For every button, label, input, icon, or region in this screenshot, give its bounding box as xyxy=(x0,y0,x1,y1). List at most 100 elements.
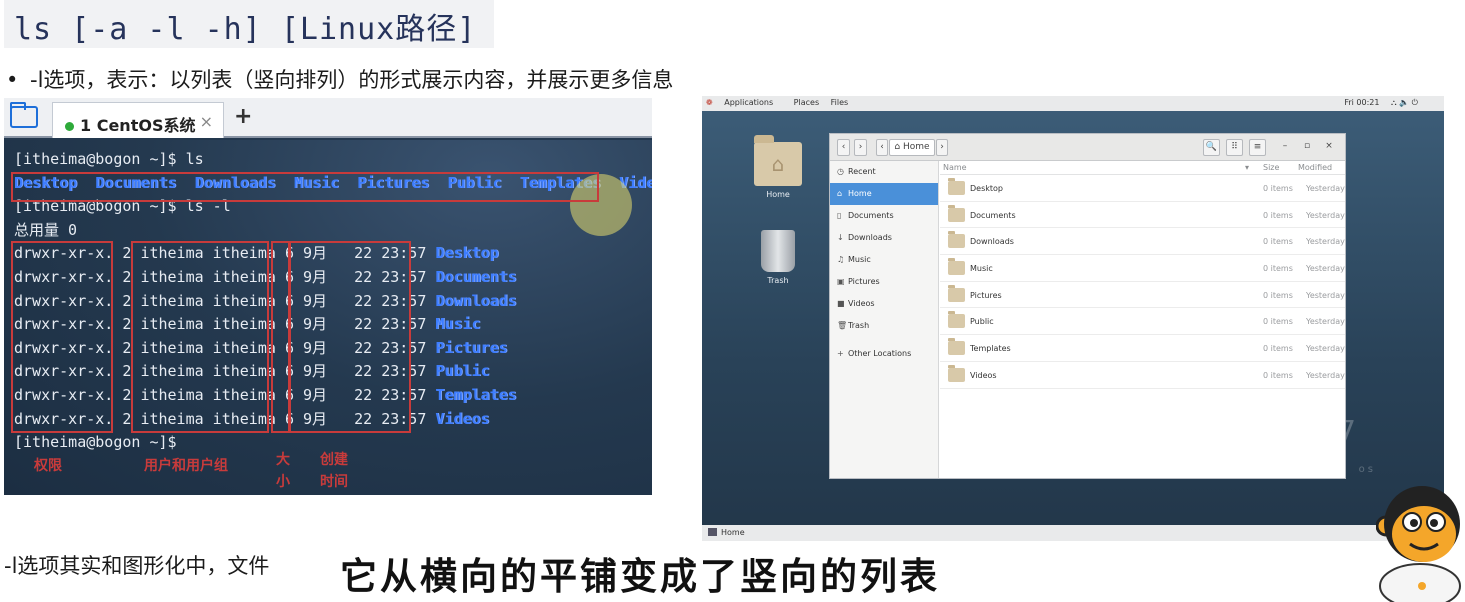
name-cell: Music xyxy=(435,315,481,334)
path-home-button[interactable]: ⌂ Home xyxy=(889,139,935,156)
status-menu-icon[interactable]: ⛬ 🔈 ⏻ xyxy=(1391,98,1418,107)
name-cell: Templates xyxy=(435,385,517,404)
sidebar-item-label: Videos xyxy=(848,299,875,308)
clock[interactable]: Fri 00:21 xyxy=(1344,98,1379,107)
back-button[interactable]: ‹ xyxy=(837,139,850,156)
file-row[interactable]: Downloads 0 items Yesterday xyxy=(940,228,1345,256)
folder-icon xyxy=(948,284,965,302)
folder-icon xyxy=(948,364,965,382)
sidebar-item-label: Pictures xyxy=(848,277,880,286)
column-modified[interactable]: Modified xyxy=(1298,163,1332,172)
files-menu[interactable]: Files xyxy=(831,98,849,107)
centos-logo-os: os xyxy=(1358,464,1376,475)
sidebar-item-label: Downloads xyxy=(848,233,892,242)
command-syntax-title: ls [-a -l -h] [Linux路径] xyxy=(4,0,494,48)
file-row[interactable]: Templates 0 items Yesterday xyxy=(940,335,1345,362)
sidebar-item-videos[interactable]: ■ Videos xyxy=(830,293,938,315)
file-name: Music xyxy=(970,264,993,274)
terminal-window: 1 CentOS系统 × + [itheima@bogon ~]$ ls Des… xyxy=(4,98,652,495)
name-cell: Downloads xyxy=(435,291,517,310)
sidebar-item-trash[interactable]: 🗑Trash xyxy=(830,315,938,337)
view-grid-icon[interactable]: ⠿ xyxy=(1226,139,1243,156)
annotation-box-ls xyxy=(11,172,599,202)
bullet-dot: • xyxy=(6,68,19,92)
file-row[interactable]: Videos 0 items Yesterday xyxy=(940,362,1345,389)
mascot-monkey-icon xyxy=(1376,486,1461,602)
close-icon[interactable]: × xyxy=(1322,139,1336,156)
column-name[interactable]: Name xyxy=(943,163,967,172)
maximize-icon[interactable]: ▫ xyxy=(1300,139,1314,156)
file-name: Pictures xyxy=(970,290,1002,300)
minimize-icon[interactable]: – xyxy=(1278,139,1292,156)
applications-label: Applications xyxy=(724,98,774,107)
sidebar-item-label: Trash xyxy=(848,321,870,330)
sidebar-item-music[interactable]: ♫ Music xyxy=(830,249,938,271)
sidebar-item-label: Documents xyxy=(848,211,894,220)
file-row[interactable]: Pictures 0 items Yesterday xyxy=(940,282,1345,309)
sidebar-item-home[interactable]: ⌂ Home xyxy=(830,183,938,205)
trash-icon xyxy=(761,230,795,272)
bottom-taskbar: Home xyxy=(702,525,1444,541)
bullet-text: -l选项，表示：以列表（竖向排列）的形式展示内容，并展示更多信息 xyxy=(30,68,674,92)
new-tab-button[interactable]: + xyxy=(234,104,252,129)
file-name: Documents xyxy=(970,210,1016,220)
label-size-2: 小 xyxy=(276,474,290,490)
documents-icon: ▯ xyxy=(837,211,842,220)
close-tab-icon[interactable]: × xyxy=(200,112,213,131)
label-created-1: 创建 xyxy=(320,452,348,468)
home-icon: ⌂ xyxy=(894,142,901,152)
folder-icon[interactable] xyxy=(10,102,38,128)
file-size: 0 items xyxy=(1263,344,1293,354)
file-row[interactable]: Music 0 items Yesterday xyxy=(940,255,1345,282)
sidebar-item-downloads[interactable]: ↓ Downloads xyxy=(830,227,938,249)
file-manager-header: ‹ › ‹ ⌂ Home › 🔍 ⠿ ≡ – ▫ × xyxy=(830,134,1345,161)
recent-icon: ◷ xyxy=(837,167,844,176)
sidebar-item-label: Other Locations xyxy=(848,349,912,358)
search-icon[interactable]: 🔍 xyxy=(1203,139,1220,156)
applications-menu[interactable]: ❁ Applications xyxy=(706,98,782,107)
forward-button[interactable]: › xyxy=(854,139,867,156)
file-name: Downloads xyxy=(970,237,1014,247)
name-cell: Documents xyxy=(435,267,517,286)
file-list: Name ▾ Size Modified Desktop 0 items Yeste… xyxy=(940,161,1345,478)
desktop-icon-trash-label: Trash xyxy=(767,276,789,285)
file-modified: Yesterday xyxy=(1306,210,1345,220)
sidebar-item-pictures[interactable]: ▣ Pictures xyxy=(830,271,938,293)
places-menu[interactable]: Places xyxy=(794,98,819,107)
top-panel: ❁ Applications Places Files Fri 00:21 ⛬ … xyxy=(702,96,1444,111)
sidebar-item-label: Home xyxy=(848,189,872,198)
file-row[interactable]: Public 0 items Yesterday xyxy=(940,308,1345,336)
folder-icon xyxy=(948,258,965,276)
path-left-button[interactable]: ‹ xyxy=(876,139,888,156)
folder-icon xyxy=(948,311,965,329)
column-size[interactable]: Size xyxy=(1263,163,1279,172)
desktop-icon-trash[interactable]: Trash xyxy=(748,230,808,285)
home-icon: ⌂ xyxy=(837,189,843,198)
centos-desktop: ❁ Applications Places Files Fri 00:21 ⛬ … xyxy=(702,96,1444,541)
trash-icon: 🗑 xyxy=(837,321,848,330)
sort-arrow-icon[interactable]: ▾ xyxy=(1245,163,1249,172)
folder-icon xyxy=(948,338,965,356)
view-list-icon[interactable]: ≡ xyxy=(1249,139,1266,156)
sidebar-item-other-locations[interactable]: + Other Locations xyxy=(830,343,938,365)
taskbar-home-item[interactable]: Home xyxy=(721,528,745,537)
path-home-label: Home xyxy=(903,142,930,152)
window-list-icon xyxy=(708,528,717,536)
status-dot-icon xyxy=(65,122,74,131)
file-manager-window: ‹ › ‹ ⌂ Home › 🔍 ⠿ ≡ – ▫ × ◷ Recent ⌂ Home ▯… xyxy=(829,133,1346,479)
desktop-icon-home[interactable]: Home xyxy=(748,135,808,199)
terminal-tab-bar: 1 CentOS系统 × + xyxy=(4,98,652,138)
tab-centos[interactable]: 1 CentOS系统 × xyxy=(52,102,224,138)
file-name: Desktop xyxy=(970,184,1003,193)
name-cell: Pictures xyxy=(435,338,508,357)
sidebar-item-documents[interactable]: ▯ Documents xyxy=(830,205,938,227)
sidebar-item-recent[interactable]: ◷ Recent xyxy=(830,161,938,183)
applications-icon: ❁ xyxy=(706,98,713,107)
file-row[interactable]: Desktop 0 items Yesterday xyxy=(940,175,1345,202)
desktop-icon-home-label: Home xyxy=(766,190,790,199)
file-row[interactable]: Documents 0 items Yesterday xyxy=(940,202,1345,229)
path-right-button[interactable]: › xyxy=(936,139,948,156)
annotation-box-size xyxy=(271,241,290,433)
file-size: 0 items xyxy=(1263,210,1293,220)
bottom-note: -l选项其实和图形化中，文件 xyxy=(4,554,270,578)
